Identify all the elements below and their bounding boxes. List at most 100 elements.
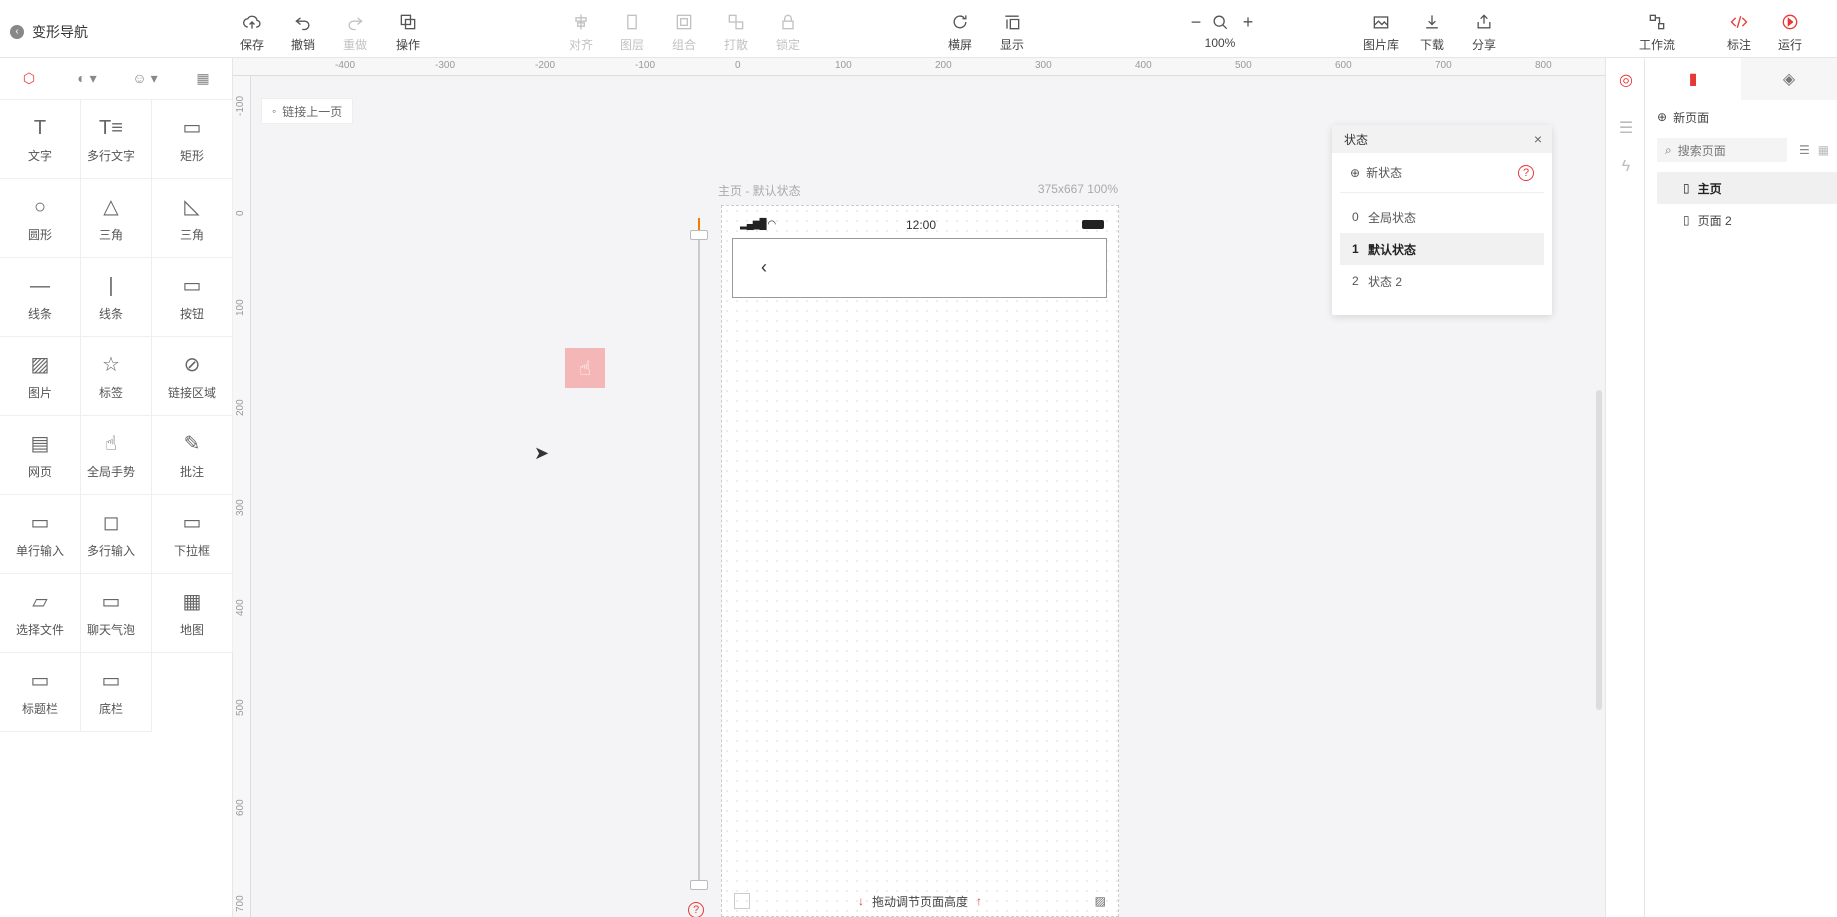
slider-handle-top[interactable] xyxy=(690,230,708,240)
component-multiline-text[interactable]: T≡ 多行文字 xyxy=(71,100,152,179)
layer-icon xyxy=(627,14,637,30)
tab-icons[interactable]: ☺ ▾ xyxy=(116,58,174,99)
component-tabs: ⬡ ◐ ▾ ☺ ▾ ▦ xyxy=(0,58,232,100)
lock-button[interactable]: 锁定 xyxy=(765,10,811,53)
component-file-select[interactable]: ▱ 选择文件 xyxy=(0,574,81,653)
ruler-tick: -100 xyxy=(635,60,656,71)
ruler-tick: 0 xyxy=(235,210,246,216)
component-text[interactable]: T 文字 xyxy=(0,100,81,179)
chevron-left-icon[interactable]: ‹ xyxy=(761,257,767,278)
play-icon xyxy=(1782,14,1798,30)
component-rectangle[interactable]: ▭ 矩形 xyxy=(152,100,233,179)
ruler-tick: 400 xyxy=(235,599,246,616)
page-height-slider[interactable] xyxy=(690,218,708,890)
component-image[interactable]: ▨ 图片 xyxy=(0,337,81,416)
new-page-button[interactable]: ⊕ 新页面 xyxy=(1645,100,1837,134)
right-icon-strip: ◎ ☰ ϟ xyxy=(1605,58,1645,917)
back-button[interactable]: ‹ 变形导航 xyxy=(10,22,88,42)
component-tag[interactable]: ☆ 标签 xyxy=(71,337,152,416)
image-icon[interactable]: ▨ xyxy=(1095,894,1106,908)
ruler-tick: 500 xyxy=(235,699,246,716)
component-global-gesture[interactable]: ☝ 全局手势 xyxy=(71,416,152,495)
grid-view-icon[interactable]: ▦ xyxy=(1818,143,1829,157)
component-triangle[interactable]: △ 三角 xyxy=(71,179,152,258)
component-dropdown[interactable]: ▭ 下拉框 xyxy=(152,495,233,574)
redo-icon xyxy=(348,17,363,31)
ruler-tick: -100 xyxy=(235,95,246,116)
layer-button[interactable]: 图层 xyxy=(609,10,655,53)
slider-handle-bottom[interactable] xyxy=(690,880,708,890)
component-link-area[interactable]: ⊘ 链接区域 xyxy=(152,337,233,416)
download-button[interactable]: 下载 xyxy=(1409,10,1455,53)
horizontal-line-icon: — xyxy=(30,274,50,297)
tab-layers[interactable]: ◈ xyxy=(1741,58,1837,100)
display-button[interactable]: 显示 xyxy=(989,10,1035,53)
run-button[interactable]: 运行 xyxy=(1767,10,1813,53)
back-arrow-icon: ‹ xyxy=(10,25,24,39)
page-search-input[interactable]: ⌕ 搜索页面 xyxy=(1657,138,1787,162)
redo-button[interactable]: 重做 xyxy=(332,10,378,53)
checkbox[interactable] xyxy=(734,893,750,909)
share-button[interactable]: 分享 xyxy=(1461,10,1507,53)
target-icon[interactable]: ◎ xyxy=(1616,70,1636,90)
page-item[interactable]: ▯ 页面 2 xyxy=(1657,204,1837,236)
bottom-bar-icon: ▭ xyxy=(101,669,121,692)
zoom-in-button[interactable]: + xyxy=(1205,10,1254,34)
tab-templates[interactable]: ▦ xyxy=(174,58,232,99)
group-button[interactable]: 组合 xyxy=(661,10,707,53)
component-single-input[interactable]: ▭ 单行输入 xyxy=(0,495,81,574)
close-icon[interactable]: × xyxy=(1534,131,1542,147)
states-panel: 状态 × ⊕ 新状态 ? 0 全局状态 1 默认状态 2 状态 2 xyxy=(1332,125,1552,315)
component-map[interactable]: ▦ 地图 xyxy=(152,574,233,653)
component-button[interactable]: ▭ 按钮 xyxy=(152,258,233,337)
align-button[interactable]: 对齐 xyxy=(558,10,604,53)
tab-ios-components[interactable]: ◐ ▾ xyxy=(58,58,116,99)
chat-bubble-icon: ▭ xyxy=(101,590,121,613)
save-button[interactable]: 保存 xyxy=(229,10,275,53)
image-library-icon xyxy=(1373,16,1389,29)
tab-pages[interactable]: ▮ xyxy=(1645,58,1741,100)
component-right-triangle[interactable]: ◺ 三角 xyxy=(152,179,233,258)
undo-button[interactable]: 撤销 xyxy=(280,10,326,53)
artboard[interactable]: ▂▄▆█ ◠ 12:00 ‹ ↓ 拖动调节页面高度 ↑ ▨ xyxy=(721,205,1119,917)
workflow-button[interactable]: 工作流 xyxy=(1634,10,1680,53)
component-multi-input[interactable]: ◻ 多行输入 xyxy=(71,495,152,574)
sliders-icon[interactable]: ☰ xyxy=(1616,118,1636,138)
map-icon: ▦ xyxy=(182,590,202,613)
canvas-scrollbar[interactable] xyxy=(1596,390,1602,710)
component-bottom-bar[interactable]: ▭ 底栏 xyxy=(71,653,152,732)
image-library-button[interactable]: 图片库 xyxy=(1358,10,1404,53)
component-chat-bubble[interactable]: ▭ 聊天气泡 xyxy=(71,574,152,653)
component-title-bar[interactable]: ▭ 标题栏 xyxy=(0,653,81,732)
vertical-line-icon: | xyxy=(108,274,114,297)
ungroup-button[interactable]: 打散 xyxy=(713,10,759,53)
tab-basic-components[interactable]: ⬡ xyxy=(0,58,58,99)
operation-button[interactable]: 操作 xyxy=(385,10,431,53)
help-icon[interactable]: ? xyxy=(1518,164,1534,181)
component-circle[interactable]: ○ 圆形 xyxy=(0,179,81,258)
component-annotation[interactable]: ✎ 批注 xyxy=(152,416,233,495)
ruler-tick: 200 xyxy=(235,399,246,416)
state-item[interactable]: 2 状态 2 xyxy=(1340,265,1544,297)
component-webpage[interactable]: ▤ 网页 xyxy=(0,416,81,495)
global-gesture-hotspot[interactable]: ☝ xyxy=(565,348,605,388)
smile-icon: ☺ ▾ xyxy=(132,70,158,86)
code-icon xyxy=(1730,15,1748,29)
component-horizontal-line[interactable]: — 线条 xyxy=(0,258,81,337)
help-icon[interactable]: ? xyxy=(688,902,704,917)
align-icon xyxy=(575,14,587,30)
nav-bar[interactable]: ‹ xyxy=(732,238,1107,298)
landscape-button[interactable]: 横屏 xyxy=(937,10,983,53)
list-view-icon[interactable]: ☰ xyxy=(1799,143,1810,157)
apple-icon: ◐ ▾ xyxy=(77,70,97,86)
ruler-left: -100 0 100 200 300 400 500 600 700 xyxy=(233,76,251,917)
state-item[interactable]: 0 全局状态 xyxy=(1340,201,1544,233)
annotate-button[interactable]: 标注 xyxy=(1716,10,1762,53)
new-state-button[interactable]: ⊕ 新状态 ? xyxy=(1340,153,1544,193)
height-adjust-bar[interactable]: ↓ 拖动调节页面高度 ↑ ▨ xyxy=(722,886,1118,916)
page-item-selected[interactable]: ▯ 主页 xyxy=(1657,172,1837,204)
link-previous-page[interactable]: ◦ 链接上一页 xyxy=(261,98,354,124)
lightning-icon[interactable]: ϟ xyxy=(1616,158,1636,178)
component-vertical-line[interactable]: | 线条 xyxy=(71,258,152,337)
state-item-selected[interactable]: 1 默认状态 xyxy=(1340,233,1544,265)
